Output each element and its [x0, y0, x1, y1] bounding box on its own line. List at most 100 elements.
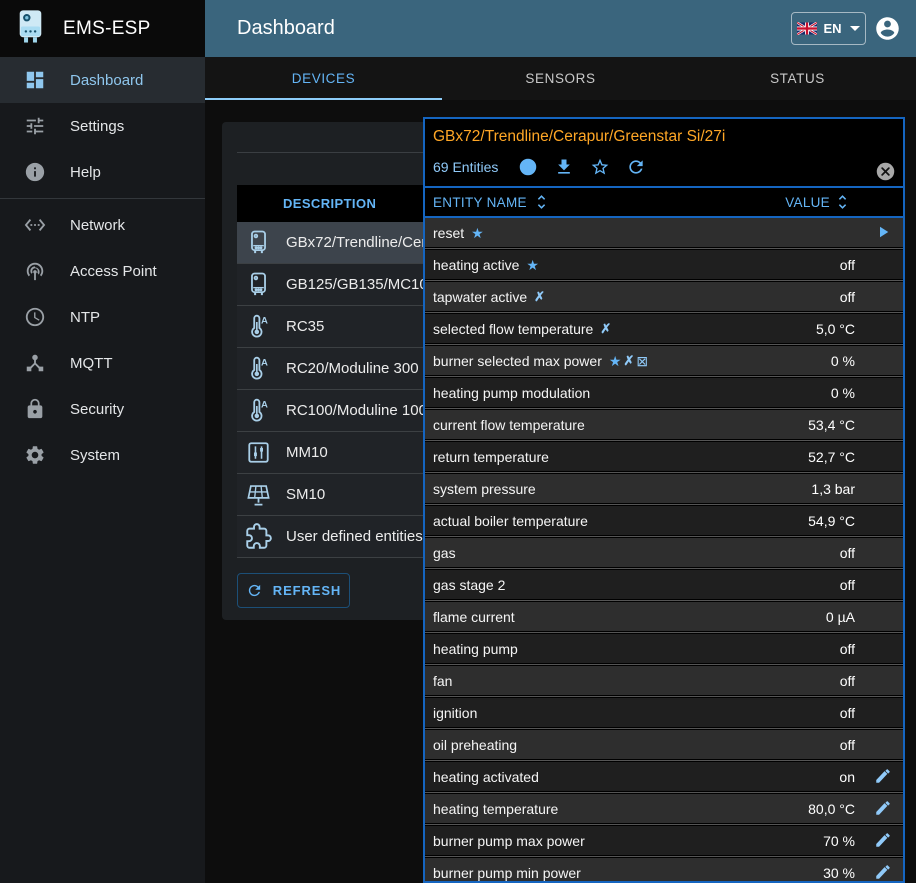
sidebar-item-help[interactable]: Help	[0, 149, 205, 195]
entity-row-actual-boiler-temperature: actual boiler temperature 54,9 °C	[425, 506, 903, 535]
refresh-icon	[246, 582, 263, 599]
entities-count: 69 Entities	[433, 159, 498, 175]
entity-name: flame current	[433, 609, 515, 625]
edit-icon[interactable]	[874, 863, 894, 883]
entity-value: 0 %	[831, 385, 855, 401]
ems-esp-app: EMS-ESP Dashboard Settings Help Network …	[0, 0, 916, 883]
refresh-icon[interactable]	[626, 157, 646, 177]
sort-icon[interactable]	[837, 194, 848, 210]
entity-name-column[interactable]: ENTITY NAME	[433, 195, 527, 210]
entity-value: 80,0 °C	[808, 801, 855, 817]
ntp-icon	[24, 306, 46, 328]
entity-name: burner pump min power	[433, 865, 581, 881]
favorite-star-icon: ★	[471, 226, 484, 240]
refresh-button[interactable]: REFRESH	[237, 573, 350, 608]
dialog-toolbar: 69 Entities	[433, 157, 895, 177]
sidebar-item-ntp[interactable]: NTP	[0, 294, 205, 340]
thermostat-icon: A	[245, 355, 272, 382]
entity-name: heating temperature	[433, 801, 558, 817]
entity-row-selected-flow-temperature: selected flow temperature ✗ 5,0 °C	[425, 314, 903, 343]
entity-name: gas	[433, 545, 456, 561]
entity-row-gas-stage-2: gas stage 2 off	[425, 570, 903, 599]
svg-text:A: A	[261, 358, 268, 369]
entity-row-heating-temperature: heating temperature 80,0 °C	[425, 794, 903, 823]
sidebar-nav: Dashboard Settings Help Network Access P…	[0, 57, 205, 478]
entity-row-return-temperature: return temperature 52,7 °C	[425, 442, 903, 471]
entity-rows: reset ★ heating active ★ off tapwater ac…	[425, 218, 903, 883]
entity-row-burner-selected-max-power: burner selected max power ★✗⊠ 0 %	[425, 346, 903, 375]
info-icon[interactable]	[518, 157, 538, 177]
value-column[interactable]: VALUE	[785, 195, 830, 210]
thermostat-icon: A	[245, 397, 272, 424]
entity-flags: ★✗⊠	[609, 354, 648, 368]
entity-row-heating-pump-modulation: heating pump modulation 0 %	[425, 378, 903, 407]
edit-icon[interactable]	[874, 767, 894, 787]
entity-row-current-flow-temperature: current flow temperature 53,4 °C	[425, 410, 903, 439]
sidebar-item-mqtt[interactable]: MQTT	[0, 340, 205, 386]
solar-icon	[245, 481, 272, 508]
entity-flags: ✗	[600, 322, 611, 335]
favorites-star-icon[interactable]	[590, 157, 610, 177]
sort-icon[interactable]	[536, 194, 547, 210]
entity-row-fan: fan off	[425, 666, 903, 695]
close-icon	[875, 161, 896, 182]
entity-value: off	[840, 577, 855, 593]
close-button[interactable]	[875, 161, 896, 182]
boiler-icon	[245, 271, 272, 298]
entity-value: 54,9 °C	[808, 513, 855, 529]
entity-row-heating-pump: heating pump off	[425, 634, 903, 663]
sidebar-item-system[interactable]: System	[0, 432, 205, 478]
thermostat-icon: A	[245, 313, 272, 340]
entity-value: 52,7 °C	[808, 449, 855, 465]
entity-row-system-pressure: system pressure 1,3 bar	[425, 474, 903, 503]
tab-bar: DEVICES SENSORS STATUS	[205, 57, 916, 100]
entity-value: 53,4 °C	[808, 417, 855, 433]
svg-text:A: A	[261, 400, 268, 411]
tab-status[interactable]: STATUS	[679, 57, 916, 100]
entity-value: off	[840, 673, 855, 689]
sidebar-item-security[interactable]: Security	[0, 386, 205, 432]
tab-sensors[interactable]: SENSORS	[442, 57, 679, 100]
run-command-icon[interactable]	[874, 223, 894, 243]
uk-flag-icon	[797, 22, 817, 35]
tab-devices[interactable]: DEVICES	[205, 57, 442, 100]
sidebar: EMS-ESP Dashboard Settings Help Network …	[0, 0, 205, 883]
sidebar-item-network[interactable]: Network	[0, 202, 205, 248]
entity-row-tapwater-active: tapwater active ✗ off	[425, 282, 903, 311]
app-name: EMS-ESP	[63, 18, 151, 40]
account-button[interactable]	[874, 15, 901, 42]
entity-value: off	[840, 737, 855, 753]
entity-name: oil preheating	[433, 737, 517, 753]
entity-name: heating pump modulation	[433, 385, 590, 401]
page-title: Dashboard	[237, 17, 335, 40]
custom-entities-icon	[245, 523, 272, 550]
svg-text:A: A	[261, 316, 268, 327]
entity-row-reset: reset ★	[425, 218, 903, 247]
entity-name: reset	[433, 225, 464, 241]
entity-value: 5,0 °C	[816, 321, 855, 337]
sidebar-item-settings[interactable]: Settings	[0, 103, 205, 149]
entity-name: actual boiler temperature	[433, 513, 588, 529]
entity-name: selected flow temperature	[433, 321, 593, 337]
entity-value: 0 %	[831, 353, 855, 369]
sidebar-item-access-point[interactable]: Access Point	[0, 248, 205, 294]
entity-flags: ★	[471, 226, 484, 240]
sidebar-divider	[0, 198, 205, 199]
system-icon	[24, 444, 46, 466]
excluded-box-icon: ⊠	[636, 354, 648, 368]
download-icon[interactable]	[554, 157, 574, 177]
edit-icon[interactable]	[874, 799, 894, 819]
entity-flags: ★	[526, 258, 539, 272]
language-label: EN	[823, 21, 841, 36]
language-selector[interactable]: EN	[791, 12, 866, 45]
entity-row-flame-current: flame current 0 µA	[425, 602, 903, 631]
entity-row-gas: gas off	[425, 538, 903, 567]
entity-row-oil-preheating: oil preheating off	[425, 730, 903, 759]
entity-name: heating active	[433, 257, 519, 273]
refresh-label: REFRESH	[273, 583, 341, 598]
edit-icon[interactable]	[874, 831, 894, 851]
entity-value: 1,3 bar	[811, 481, 855, 497]
sidebar-item-dashboard[interactable]: Dashboard	[0, 57, 205, 103]
entity-value: off	[840, 257, 855, 273]
entity-row-burner-pump-max-power: burner pump max power 70 %	[425, 826, 903, 855]
